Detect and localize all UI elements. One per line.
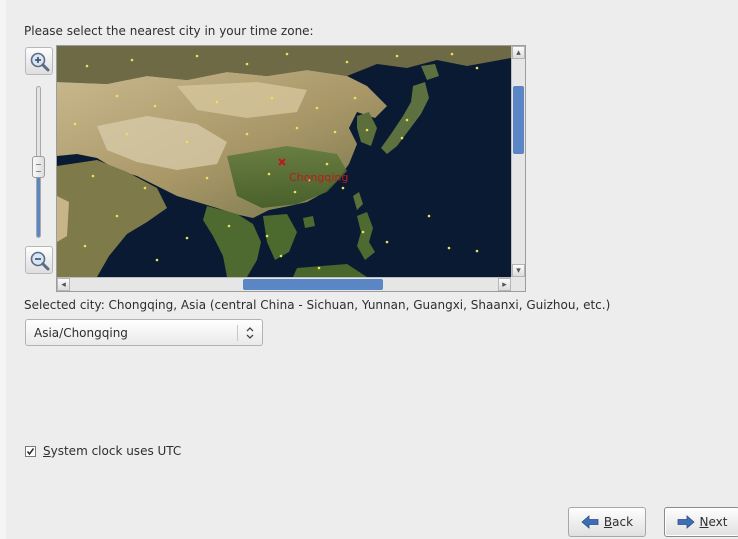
vertical-scroll-thumb[interactable]: [513, 86, 524, 154]
zoom-out-icon: [30, 251, 50, 271]
scroll-down-arrow-icon[interactable]: ▾: [512, 264, 525, 277]
utc-checkbox[interactable]: [25, 445, 36, 457]
selected-city-label: Selected city: Chongqing, Asia (central …: [24, 298, 611, 312]
scroll-right-arrow-icon[interactable]: ▸: [498, 278, 511, 291]
timezone-page: Please select the nearest city in your t…: [0, 0, 738, 539]
chongqing-map-label: Chongqing: [289, 171, 348, 184]
utc-checkbox-label: System clock uses UTC: [43, 444, 181, 458]
timezone-map: Chongqing ▴ ▾ ◂ ▸: [56, 45, 526, 292]
scroll-corner: [511, 277, 525, 291]
back-button[interactable]: Back: [568, 507, 646, 537]
timezone-select[interactable]: Asia/Chongqing: [25, 319, 263, 346]
prompt-label: Please select the nearest city in your t…: [24, 24, 314, 38]
zoom-in-button[interactable]: [25, 47, 53, 75]
horizontal-scroll-thumb[interactable]: [243, 279, 383, 290]
arrow-right-icon: [677, 515, 695, 529]
back-button-label: Back: [604, 515, 633, 529]
world-map-image: Chongqing: [57, 46, 511, 277]
zoom-slider-handle[interactable]: [32, 156, 45, 178]
scroll-up-arrow-icon[interactable]: ▴: [512, 46, 525, 59]
next-button[interactable]: Next: [664, 507, 738, 537]
map-horizontal-scrollbar[interactable]: ◂ ▸: [57, 277, 511, 291]
next-button-label: Next: [700, 515, 728, 529]
zoom-in-icon: [30, 52, 50, 72]
updown-chevron-icon: [246, 327, 254, 339]
map-vertical-scrollbar[interactable]: ▴ ▾: [511, 46, 525, 277]
back-mnemonic: B: [603, 515, 613, 529]
zoom-out-button[interactable]: [25, 246, 53, 274]
checkmark-icon: [26, 447, 35, 455]
select-separator: [237, 325, 238, 341]
timezone-select-value: Asia/Chongqing: [34, 326, 128, 340]
arrow-left-icon: [581, 515, 599, 529]
back-rest: ack: [612, 515, 634, 529]
utc-checkbox-row[interactable]: System clock uses UTC: [25, 444, 181, 458]
next-mnemonic: N: [699, 515, 709, 529]
scroll-left-arrow-icon[interactable]: ◂: [57, 278, 70, 291]
utc-label-rest: ystem clock uses UTC: [50, 444, 182, 458]
utc-label-mnemonic: S: [43, 444, 51, 458]
map-viewport[interactable]: Chongqing: [57, 46, 511, 277]
next-rest: ext: [708, 515, 728, 529]
